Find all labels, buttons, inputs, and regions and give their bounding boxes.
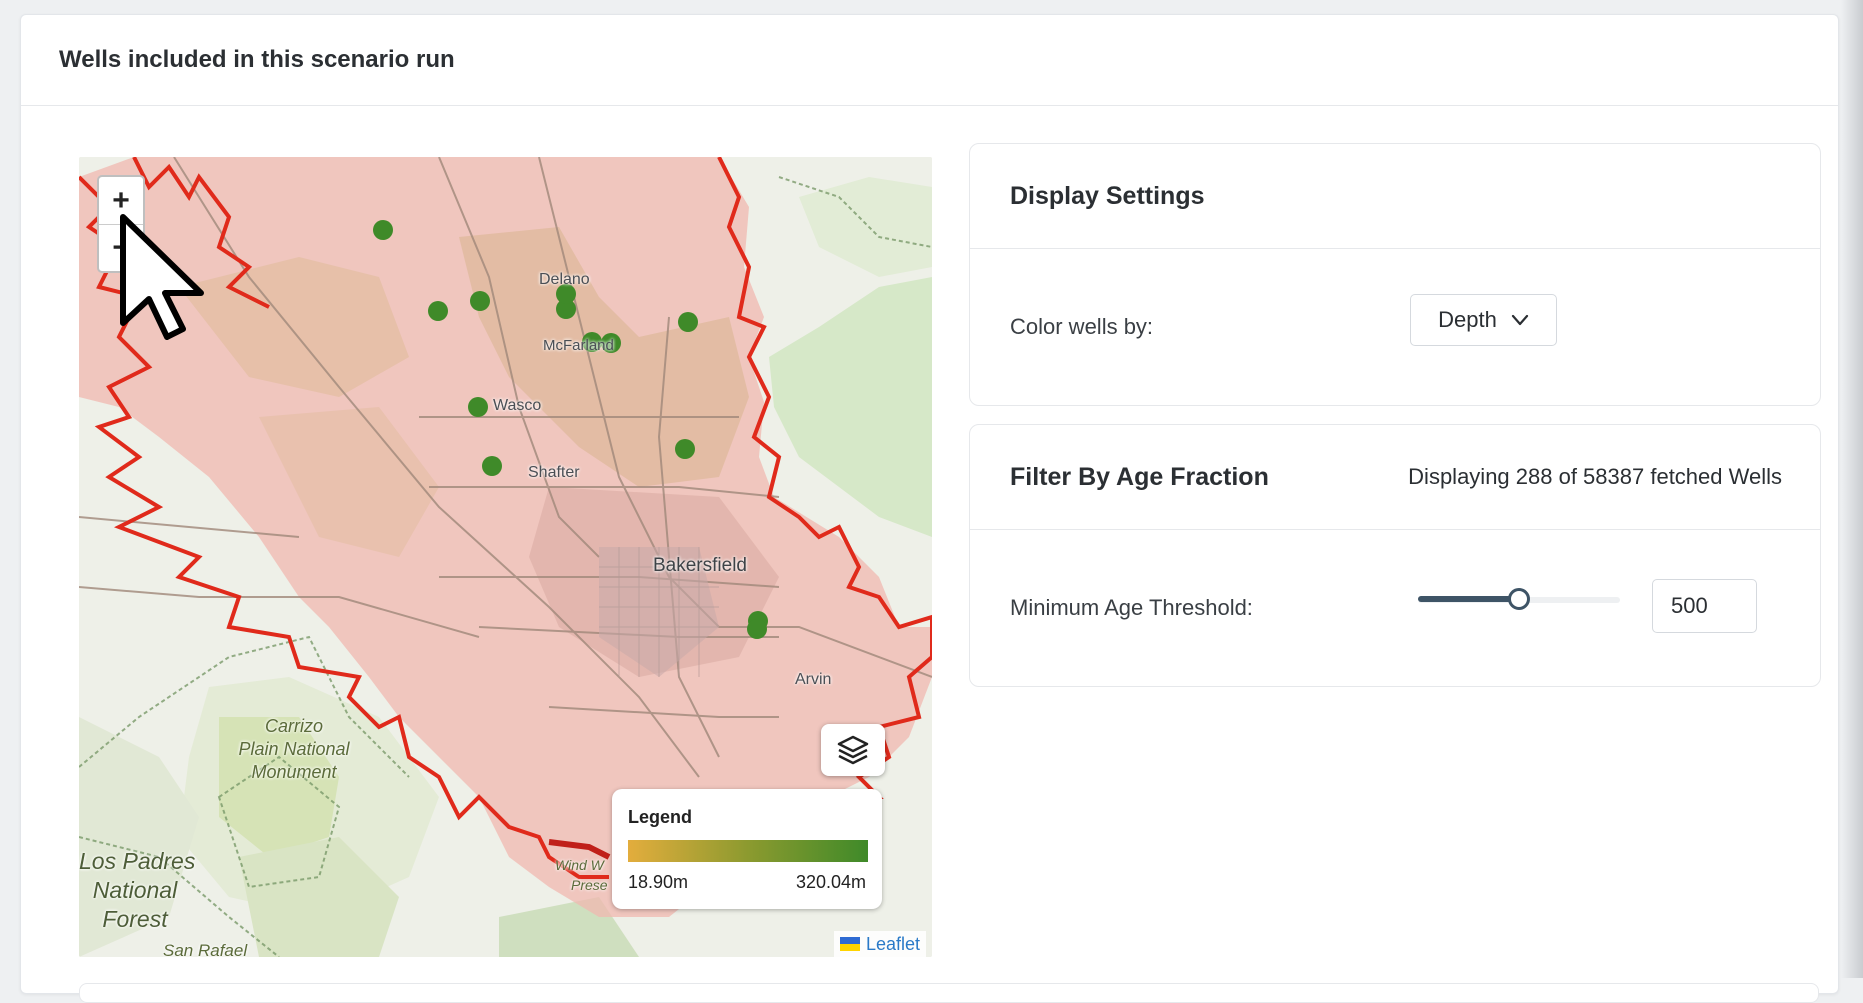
next-section-card	[79, 983, 1819, 1003]
zoom-control: + −	[97, 175, 145, 273]
wells-count-text: Displaying 288 of 58387 fetched Wells	[1408, 464, 1782, 489]
leaflet-link[interactable]: Leaflet	[866, 934, 920, 955]
zoom-in-button[interactable]: +	[99, 177, 143, 224]
age-filter-panel: Filter By Age Fraction Displaying 288 of…	[969, 424, 1821, 687]
chevron-down-icon	[1511, 314, 1528, 326]
slider-thumb[interactable]	[1508, 588, 1530, 610]
layers-button[interactable]	[821, 724, 885, 776]
window-edge-shadow	[1841, 0, 1863, 978]
map-legend: Legend 18.90m 320.04m	[612, 789, 882, 909]
legend-title: Legend	[628, 807, 693, 827]
label-san-rafael: San Rafael	[163, 941, 248, 957]
display-settings-title: Display Settings	[1010, 181, 1205, 210]
label-carrizo: Carrizo Plain National Monument	[238, 716, 350, 782]
label-wasco: Wasco	[493, 397, 542, 414]
ukraine-flag-icon	[839, 937, 860, 951]
label-bakersfield: Bakersfield	[653, 555, 747, 576]
label-los-padres: Los Padres National Forest	[79, 848, 196, 932]
color-wells-label: Color wells by:	[1010, 314, 1154, 339]
display-settings-panel: Display Settings Color wells by: Depth	[969, 143, 1821, 406]
legend-gradient-bar	[628, 840, 868, 862]
label-shafter: Shafter	[528, 464, 580, 481]
scenario-wells-card: Wells included in this scenario run Dela…	[20, 14, 1839, 1003]
legend-max-label: 320.04m	[795, 872, 866, 892]
age-threshold-slider[interactable]	[1418, 588, 1620, 610]
age-filter-title: Filter By Age Fraction	[1010, 462, 1269, 491]
color-by-value: Depth	[1438, 307, 1497, 332]
layers-icon	[837, 735, 869, 765]
map-attribution[interactable]: Leaflet	[833, 931, 926, 957]
wells-map[interactable]: Delano McFarland Wasco Shafter Bakersfie…	[79, 157, 932, 957]
label-mcfarland: McFarland	[543, 337, 614, 354]
zoom-out-button[interactable]: −	[99, 224, 143, 271]
label-preserve: Prese	[571, 877, 608, 893]
color-by-select[interactable]: Depth	[1410, 294, 1557, 346]
label-delano: Delano	[539, 271, 590, 288]
age-threshold-input[interactable]	[1652, 579, 1757, 633]
slider-fill	[1418, 596, 1519, 602]
label-arvin: Arvin	[795, 671, 832, 688]
card-title: Wells included in this scenario run	[21, 15, 1838, 106]
age-threshold-label: Minimum Age Threshold:	[1010, 595, 1253, 620]
legend-min-label: 18.90m	[628, 872, 689, 892]
